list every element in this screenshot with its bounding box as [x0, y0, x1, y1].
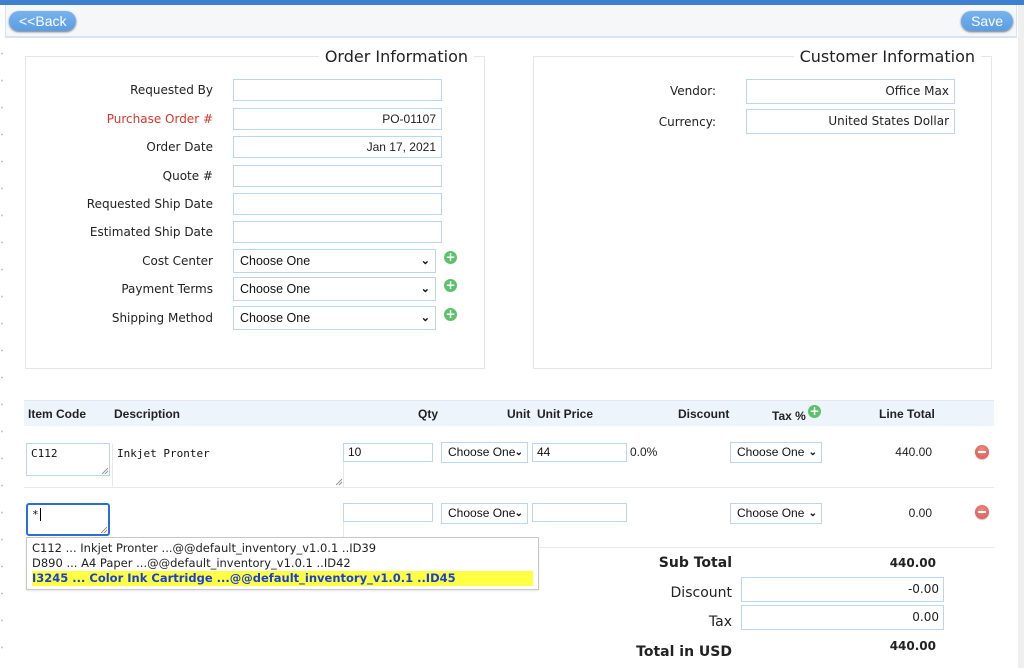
shipping-method-select[interactable]: Choose One ⌄: [233, 306, 436, 330]
order-information-title: Order Information: [324, 47, 468, 66]
cost-center-value: Choose One: [240, 254, 311, 268]
chevron-down-icon: ⌄: [514, 447, 523, 458]
qty-input[interactable]: 10: [343, 443, 433, 462]
shipping-method-label: Shipping Method: [111, 311, 213, 325]
back-button[interactable]: <<Back: [9, 11, 77, 31]
requested-ship-date-label: Requested Ship Date: [86, 197, 213, 211]
discount-value: 0.0%: [630, 445, 658, 459]
discount-label: Discount: [670, 585, 732, 601]
header-unit-price: Unit Price: [537, 407, 594, 421]
tax-value: Choose One: [737, 445, 805, 459]
purchase-order-label: Purchase Order #: [106, 112, 213, 126]
header-unit: Unit: [507, 407, 531, 421]
cost-center-label: Cost Center: [142, 254, 213, 268]
autocomplete-dropdown: C112 ... Inkjet Pronter ...@@default_inv…: [26, 537, 539, 590]
qty-cell-border: [343, 462, 344, 487]
header-description: Description: [114, 407, 181, 421]
chevron-down-icon: ⌄: [420, 255, 430, 267]
estimated-ship-date-label: Estimated Ship Date: [89, 225, 213, 239]
estimated-ship-date-input[interactable]: [233, 221, 442, 243]
header-tax: Tax %: [772, 409, 806, 423]
unit-price-input[interactable]: [532, 503, 627, 522]
currency-input[interactable]: United States Dollar: [746, 109, 955, 134]
scrollbar-track[interactable]: [1018, 5, 1024, 668]
shipping-method-value: Choose One: [240, 311, 311, 325]
remove-line-icon[interactable]: [975, 445, 989, 459]
requested-by-label: Requested By: [130, 83, 213, 97]
purchase-order-input[interactable]: PO-01107: [233, 108, 442, 130]
subtotal-label: Sub Total: [658, 555, 732, 571]
requested-by-input[interactable]: [233, 79, 442, 101]
line-total-value: 440.00: [895, 445, 932, 459]
unit-select[interactable]: Choose One ⌄: [441, 503, 528, 524]
header-line-total: Line Total: [879, 407, 935, 421]
resize-handle-icon[interactable]: [101, 527, 107, 533]
customer-information-title: Customer Information: [799, 47, 975, 66]
item-code-input-focused[interactable]: *​: [26, 503, 110, 536]
unit-price-input[interactable]: 44: [532, 443, 627, 462]
tax-select[interactable]: Choose One ⌄: [730, 503, 822, 524]
resize-handle-icon[interactable]: [336, 479, 342, 485]
remove-line-icon[interactable]: [975, 505, 989, 519]
vendor-label: Vendor:: [670, 84, 716, 98]
save-button[interactable]: Save: [961, 11, 1013, 31]
unit-select[interactable]: Choose One ⌄: [441, 442, 528, 463]
header-discount: Discount: [678, 407, 730, 421]
requested-ship-date-input[interactable]: [233, 193, 442, 215]
item-code-value: *: [32, 508, 39, 521]
total-label: Total in USD: [636, 644, 732, 660]
quote-label: Quote #: [162, 169, 213, 183]
resize-handle-icon[interactable]: [102, 468, 108, 474]
add-cost-center-icon[interactable]: +: [444, 251, 457, 264]
vendor-input[interactable]: Office Max: [746, 79, 955, 104]
description-value: Inkjet Pronter: [117, 447, 210, 460]
payment-terms-select[interactable]: Choose One ⌄: [233, 277, 436, 301]
payment-terms-label: Payment Terms: [121, 282, 213, 296]
line-items-header: Item Code Description Qty Unit Unit Pric…: [24, 400, 994, 426]
cost-center-select[interactable]: Choose One ⌄: [233, 249, 436, 273]
subtotal-value: 440.00: [889, 556, 936, 570]
payment-terms-value: Choose One: [240, 282, 311, 296]
qty-input[interactable]: [343, 503, 433, 522]
add-payment-terms-icon[interactable]: +: [444, 279, 457, 292]
discount-total-input[interactable]: -0.00: [741, 577, 944, 602]
left-margin-dots: [1, 40, 3, 660]
toolbar: <<Back Save: [5, 5, 1017, 38]
tax-total-input[interactable]: 0.00: [741, 605, 944, 630]
chevron-down-icon: ⌄: [420, 283, 430, 295]
autocomplete-option-highlighted[interactable]: I3245 ... Color Ink Cartridge ...@@defau…: [32, 571, 533, 586]
tax-label: Tax: [708, 614, 732, 630]
row-divider: [24, 487, 994, 488]
unit-value: Choose One: [448, 445, 516, 459]
header-qty: Qty: [418, 407, 439, 421]
chevron-down-icon: ⌄: [808, 447, 817, 458]
order-date-input[interactable]: Jan 17, 2021: [233, 136, 442, 158]
chevron-down-icon: ⌄: [420, 312, 430, 324]
quote-input[interactable]: [233, 165, 442, 187]
add-tax-icon[interactable]: +: [808, 405, 821, 418]
line-total-value: 0.00: [908, 506, 932, 520]
add-shipping-method-icon[interactable]: +: [444, 308, 457, 321]
description-input[interactable]: Inkjet Pronter: [112, 443, 344, 487]
text-cursor: ​: [39, 508, 41, 521]
chevron-down-icon: ⌄: [808, 508, 817, 519]
item-code-input[interactable]: C112: [26, 443, 110, 476]
currency-label: Currency:: [658, 115, 716, 129]
tax-select[interactable]: Choose One ⌄: [730, 442, 822, 463]
tax-value: Choose One: [737, 506, 805, 520]
item-code-value: C112: [31, 447, 58, 460]
order-date-label: Order Date: [146, 140, 213, 154]
autocomplete-option[interactable]: D890 ... A4 Paper ...@@default_inventory…: [32, 556, 533, 571]
autocomplete-option[interactable]: C112 ... Inkjet Pronter ...@@default_inv…: [32, 541, 533, 556]
row-divider: [540, 547, 994, 548]
chevron-down-icon: ⌄: [514, 508, 523, 519]
unit-value: Choose One: [448, 506, 516, 520]
total-value: 440.00: [889, 639, 936, 653]
header-item-code: Item Code: [28, 407, 87, 421]
